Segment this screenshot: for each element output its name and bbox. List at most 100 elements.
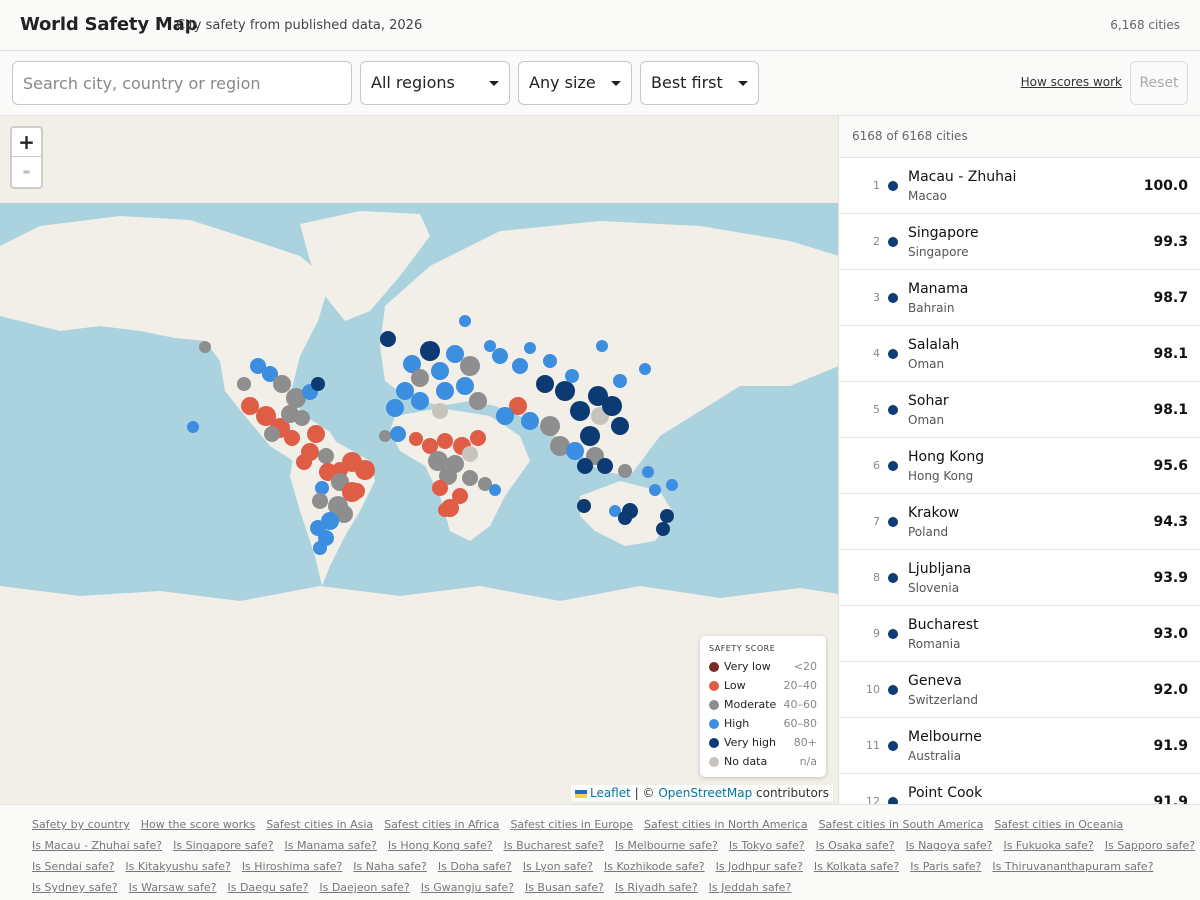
city-list-item[interactable]: 3 Manama Bahrain 98.7	[840, 270, 1200, 326]
city-name: Krakow	[908, 505, 960, 521]
footer-link[interactable]: Is Busan safe?	[525, 881, 604, 894]
score-dot-icon	[888, 797, 898, 804]
city-list-item[interactable]: 8 Ljubljana Slovenia 93.9	[840, 550, 1200, 606]
footer-link[interactable]: Safety by country	[32, 818, 130, 831]
footer-link[interactable]: Safest cities in Africa	[384, 818, 499, 831]
city-rank: 1	[873, 179, 880, 192]
city-list-item[interactable]: 6 Hong Kong Hong Kong 95.6	[840, 438, 1200, 494]
markers-north-america[interactable]	[187, 341, 348, 481]
footer-link[interactable]: Is Kolkata safe?	[814, 860, 899, 873]
size-select[interactable]: Any size	[518, 61, 632, 105]
city-list-item[interactable]: 12Point CookAustralia91.9	[840, 774, 1200, 804]
footer-link[interactable]: Is Warsaw safe?	[129, 881, 217, 894]
city-list-item[interactable]: 2 Singapore Singapore 99.3	[840, 214, 1200, 270]
footer-link[interactable]: Is Sapporo safe?	[1105, 839, 1195, 852]
city-country: Oman	[908, 413, 945, 427]
footer-link[interactable]: Is Daejeon safe?	[319, 881, 409, 894]
openstreetmap-link[interactable]: OpenStreetMap	[658, 786, 752, 800]
map-attribution: Leaflet | © OpenStreetMap contributors	[570, 785, 833, 801]
city-list-item[interactable]: 11 Melbourne Australia 91.9	[840, 718, 1200, 774]
legend-label: Very high	[724, 736, 776, 749]
footer-link[interactable]: Is Naha safe?	[353, 860, 427, 873]
legend-swatch	[709, 719, 719, 729]
footer-link[interactable]: Is Sydney safe?	[32, 881, 118, 894]
footer-link[interactable]: Is Jeddah safe?	[709, 881, 792, 894]
footer-link[interactable]: Is Paris safe?	[910, 860, 981, 873]
zoom-out-button[interactable]: -	[12, 157, 41, 186]
search-input[interactable]	[12, 61, 352, 105]
footer-link[interactable]: Is Daegu safe?	[227, 881, 308, 894]
footer-link[interactable]: Is Osaka safe?	[816, 839, 895, 852]
city-name: Singapore	[908, 225, 979, 241]
footer-link[interactable]: Is Hiroshima safe?	[242, 860, 342, 873]
legend-swatch	[709, 757, 719, 767]
region-select[interactable]: All regions	[360, 61, 510, 105]
city-rank: 8	[873, 571, 880, 584]
footer-link[interactable]: Is Sendai safe?	[32, 860, 114, 873]
city-list-panel[interactable]: 6168 of 6168 cities 1 Macau - Zhuhai Macao…	[840, 116, 1200, 804]
footer-link[interactable]: Is Lyon safe?	[523, 860, 593, 873]
reset-button[interactable]: Reset	[1130, 61, 1188, 105]
city-score: 99.3	[1153, 234, 1188, 250]
legend-item: Moderate 40–60	[709, 696, 817, 715]
legend-range: <20	[793, 660, 817, 673]
footer-link[interactable]: Is Bucharest safe?	[504, 839, 604, 852]
city-list-item[interactable]: 9 Bucharest Romania 93.0	[840, 606, 1200, 662]
footer-link[interactable]: Safest cities in North America	[644, 818, 808, 831]
footer-link[interactable]: Is Melbourne safe?	[615, 839, 718, 852]
app-header: World Safety Map City safety from publis…	[0, 0, 1200, 51]
footer-link[interactable]: Is Kozhikode safe?	[604, 860, 705, 873]
score-dot-icon	[888, 461, 898, 471]
footer-link[interactable]: Safest cities in Asia	[266, 818, 373, 831]
markers-oceania[interactable]	[577, 479, 678, 536]
city-name: Melbourne	[908, 729, 982, 745]
city-rank: 11	[866, 739, 880, 752]
legend-swatch	[709, 681, 719, 691]
footer-link[interactable]: Is Gwangju safe?	[421, 881, 514, 894]
footer-link[interactable]: Is Macau - Zhuhai safe?	[32, 839, 162, 852]
score-dot-icon	[888, 629, 898, 639]
footer-link[interactable]: Is Nagoya safe?	[906, 839, 993, 852]
footer-link[interactable]: Is Hong Kong safe?	[388, 839, 493, 852]
size-select-value: Any size	[529, 73, 596, 92]
city-rank: 2	[873, 235, 880, 248]
city-name: Manama	[908, 281, 969, 297]
footer-link[interactable]: Is Riyadh safe?	[615, 881, 698, 894]
footer-link[interactable]: How the score works	[141, 818, 255, 831]
legend-item: Low 20–40	[709, 677, 817, 696]
city-list-item[interactable]: 1 Macau - Zhuhai Macao 100.0	[840, 158, 1200, 214]
leaflet-link[interactable]: Leaflet	[590, 786, 631, 800]
chevron-down-icon	[611, 81, 621, 86]
city-list-item[interactable]: 5 Sohar Oman 98.1	[840, 382, 1200, 438]
city-country: Oman	[908, 357, 945, 371]
footer-link[interactable]: Is Singapore safe?	[173, 839, 273, 852]
footer-link[interactable]: Safest cities in South America	[819, 818, 984, 831]
sort-select[interactable]: Best first	[640, 61, 759, 105]
city-score: 94.3	[1153, 514, 1188, 530]
world-map[interactable]: + - SAFETY SCORE Very low <20 Low 20–40 …	[0, 116, 839, 804]
zoom-in-button[interactable]: +	[12, 128, 41, 157]
city-list-item[interactable]: 7 Krakow Poland 94.3	[840, 494, 1200, 550]
city-score: 91.9	[1153, 738, 1188, 754]
attribution-contributors: contributors	[756, 786, 829, 800]
legend-label: Low	[724, 679, 746, 692]
city-list-item[interactable]: 4 Salalah Oman 98.1	[840, 326, 1200, 382]
page-title: World Safety Map	[20, 14, 198, 35]
footer-link[interactable]: Is Thiruvananthapuram safe?	[992, 860, 1153, 873]
footer-link[interactable]: Safest cities in Europe	[510, 818, 633, 831]
footer-link[interactable]: Is Doha safe?	[438, 860, 512, 873]
markers-africa[interactable]	[409, 430, 501, 517]
score-dot-icon	[888, 181, 898, 191]
footer-link[interactable]: Is Tokyo safe?	[729, 839, 805, 852]
city-list-item[interactable]: 10 Geneva Switzerland 92.0	[840, 662, 1200, 718]
footer-link[interactable]: Is Fukuoka safe?	[1003, 839, 1093, 852]
footer-link[interactable]: Safest cities in Oceania	[994, 818, 1123, 831]
how-scores-work-link[interactable]: How scores work	[1021, 75, 1122, 89]
legend-range: 80+	[793, 736, 817, 749]
footer-link[interactable]: Is Jodhpur safe?	[716, 860, 803, 873]
city-country: Bahrain	[908, 301, 955, 315]
footer-link[interactable]: Is Manama safe?	[285, 839, 377, 852]
city-rank: 5	[873, 403, 880, 416]
footer-link[interactable]: Is Kitakyushu safe?	[125, 860, 230, 873]
legend-range: n/a	[799, 755, 817, 768]
